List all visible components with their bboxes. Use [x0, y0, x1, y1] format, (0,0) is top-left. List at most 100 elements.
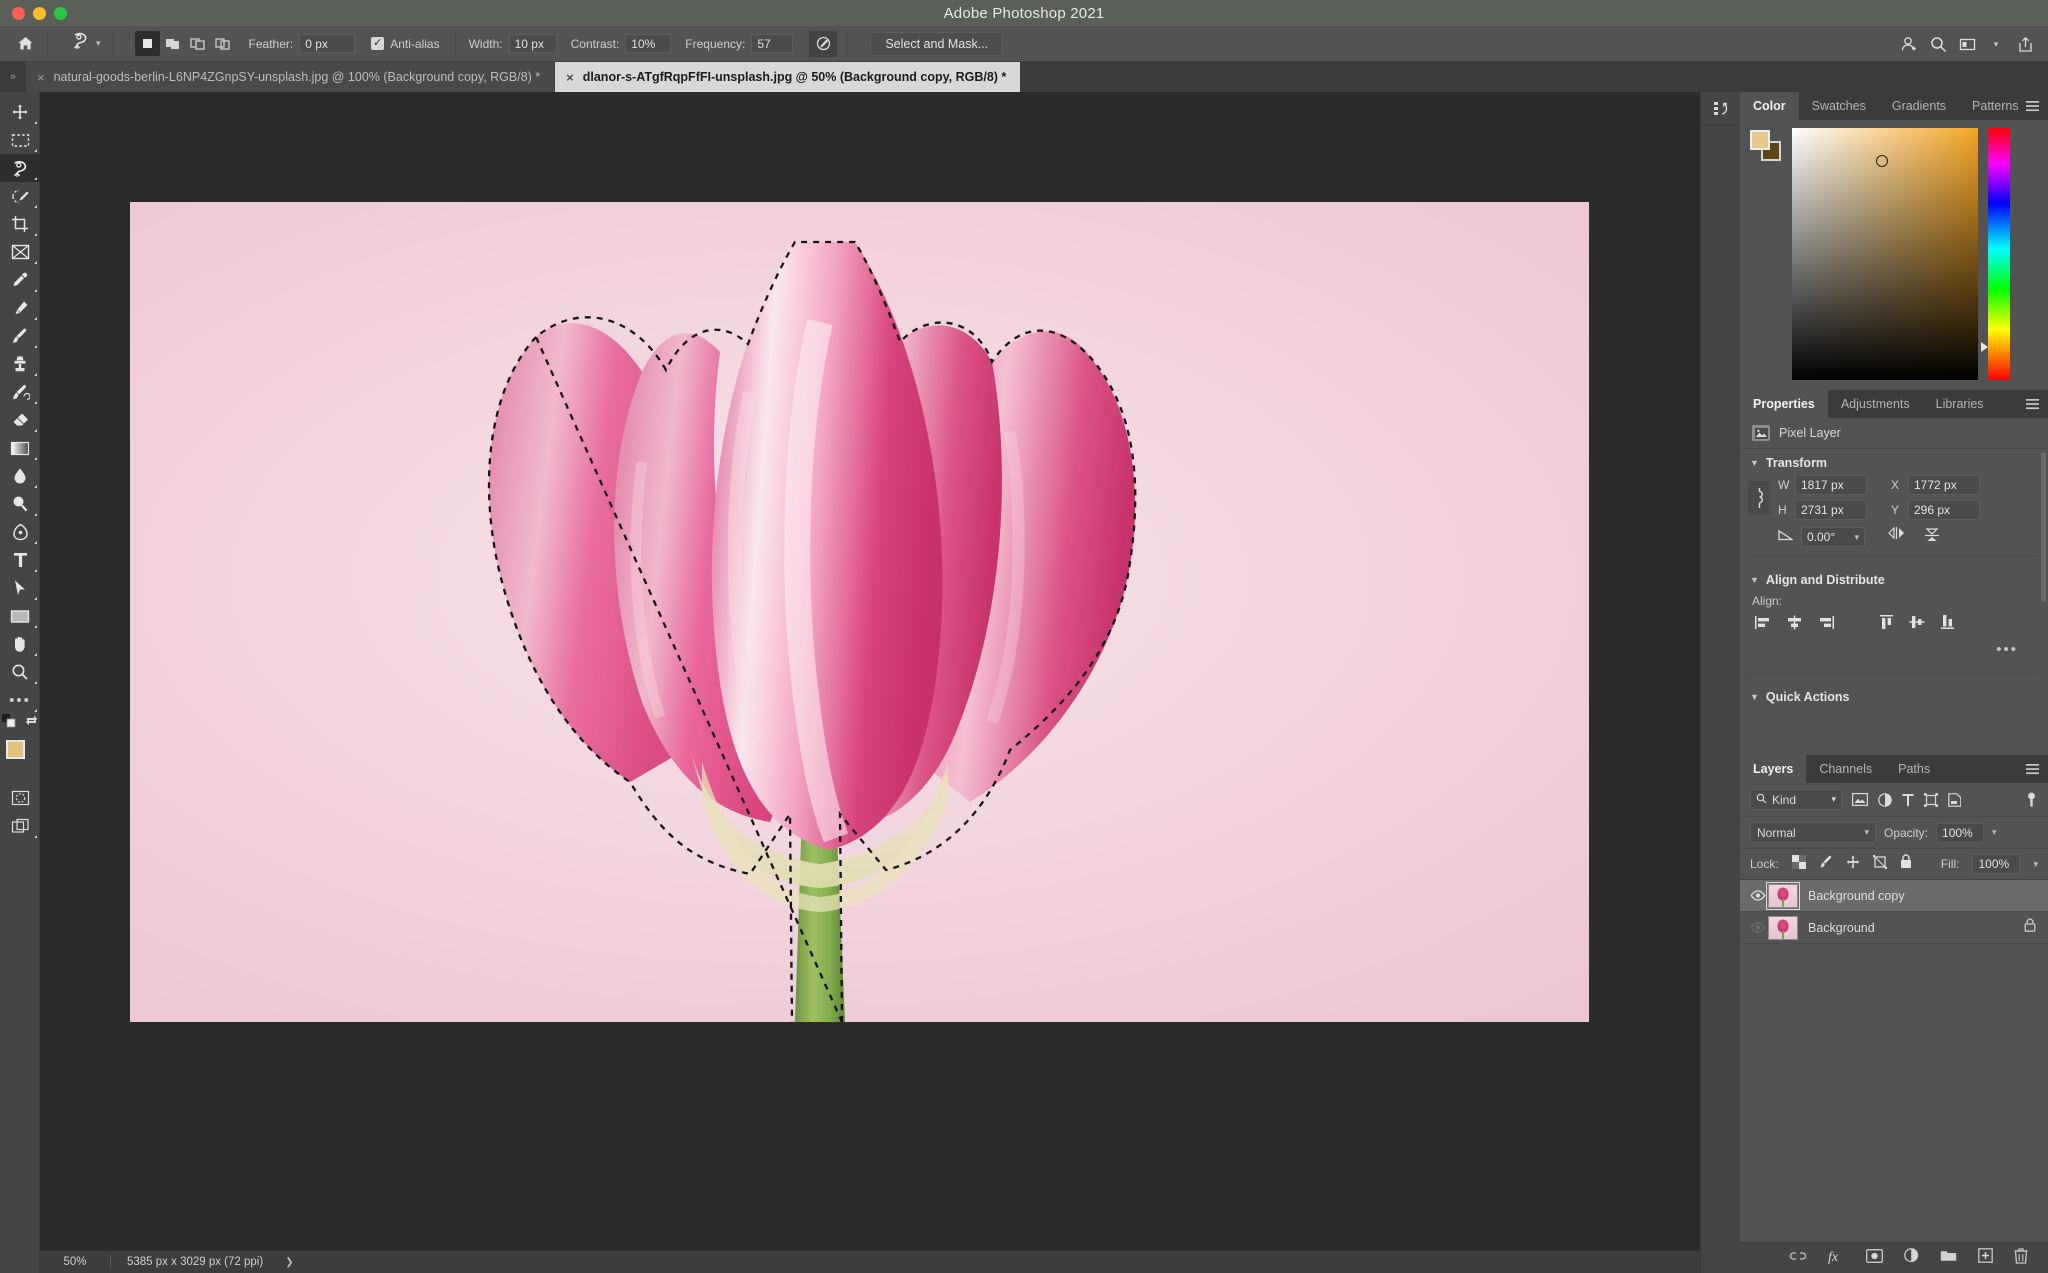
close-icon[interactable]: ×	[566, 70, 574, 85]
new-group-icon[interactable]	[1940, 1249, 1957, 1267]
layer-row-background-copy[interactable]: Background copy	[1740, 880, 2048, 912]
align-left-edges-icon[interactable]	[1754, 615, 1771, 635]
zoom-tool[interactable]	[0, 658, 40, 686]
frequency-input[interactable]	[751, 34, 794, 53]
tab-layers[interactable]: Layers	[1740, 755, 1807, 783]
align-horizontal-centers-icon[interactable]	[1786, 615, 1803, 635]
color-spectrum-field[interactable]	[1792, 128, 1978, 380]
select-and-mask-button[interactable]: Select and Mask...	[870, 31, 1004, 56]
chevron-double-right-icon[interactable]: »	[0, 62, 26, 92]
transform-y-input[interactable]	[1908, 500, 1980, 520]
tab-paths[interactable]: Paths	[1885, 755, 1943, 783]
tab-channels[interactable]: Channels	[1806, 755, 1885, 783]
chevron-right-icon[interactable]: ❯	[263, 1257, 293, 1268]
lock-artboard-nesting-icon[interactable]	[1872, 854, 1887, 874]
lock-icon[interactable]	[2024, 918, 2036, 937]
tab-properties[interactable]: Properties	[1740, 390, 1828, 418]
hue-slider-handle[interactable]	[1981, 342, 1988, 352]
zoom-level[interactable]: 50%	[40, 1256, 110, 1268]
layer-thumbnail[interactable]	[1766, 881, 1800, 910]
feather-input[interactable]	[299, 34, 356, 53]
pen-pressure-icon[interactable]	[809, 30, 838, 57]
path-selection-tool[interactable]	[0, 574, 40, 602]
transform-height-input[interactable]	[1795, 500, 1867, 520]
align-right-edges-icon[interactable]	[1818, 615, 1835, 635]
filter-adjustment-icon[interactable]	[1878, 792, 1892, 807]
filter-smart-object-icon[interactable]	[1948, 792, 1961, 807]
edit-toolbar-button[interactable]: •••	[0, 686, 40, 714]
align-bottom-edges-icon[interactable]	[1940, 614, 1955, 635]
eye-icon[interactable]	[1748, 922, 1768, 933]
brush-tool[interactable]	[0, 322, 40, 350]
tab-adjustments[interactable]: Adjustments	[1828, 390, 1923, 418]
filter-toggle-icon[interactable]	[2025, 792, 2038, 808]
chevron-down-icon[interactable]: ▼	[1750, 575, 1759, 585]
canvas-area[interactable]	[40, 92, 1700, 1250]
anti-alias-checkbox[interactable]: ✓	[371, 37, 385, 50]
close-icon[interactable]: ×	[37, 70, 45, 85]
panel-menu-icon[interactable]	[2025, 92, 2040, 120]
search-icon[interactable]	[1925, 31, 1951, 57]
default-colors-icon[interactable]	[2, 713, 16, 733]
add-to-selection-button[interactable]	[160, 31, 185, 56]
filter-pixel-icon[interactable]	[1852, 793, 1868, 806]
filter-shape-icon[interactable]	[1924, 792, 1938, 807]
add-user-icon[interactable]	[1896, 31, 1922, 57]
spot-healing-brush-tool[interactable]	[0, 294, 40, 322]
chevron-down-icon[interactable]: ▼	[1750, 692, 1759, 702]
fill-input[interactable]	[1972, 854, 2021, 874]
crop-tool[interactable]	[0, 210, 40, 238]
chevron-down-icon[interactable]: ▾	[1831, 794, 1836, 805]
chevron-down-icon[interactable]: ▾	[2033, 859, 2038, 870]
pen-tool[interactable]	[0, 518, 40, 546]
tool-preset-picker[interactable]: ▾	[67, 31, 104, 57]
home-icon[interactable]	[12, 31, 38, 57]
magnetic-lasso-tool[interactable]	[0, 154, 40, 182]
link-layers-icon[interactable]	[1789, 1249, 1807, 1267]
quick-actions-section-header[interactable]: ▼ Quick Actions	[1740, 683, 2048, 709]
transform-width-input[interactable]	[1795, 475, 1867, 495]
hue-slider[interactable]	[1981, 128, 2010, 380]
rectangular-marquee-tool[interactable]	[0, 126, 40, 154]
chevron-down-icon[interactable]: ▾	[96, 38, 101, 49]
share-icon[interactable]	[2012, 31, 2038, 57]
align-top-edges-icon[interactable]	[1879, 614, 1894, 635]
foreground-color-swatch[interactable]	[6, 740, 25, 759]
transform-section-header[interactable]: ▼ Transform	[1740, 449, 2048, 475]
blur-tool[interactable]	[0, 462, 40, 490]
align-vertical-centers-icon[interactable]	[1909, 614, 1925, 635]
flip-vertical-icon[interactable]	[1924, 526, 1940, 547]
eraser-tool[interactable]	[0, 406, 40, 434]
color-swatch-pair[interactable]	[1750, 130, 1782, 162]
hand-tool[interactable]	[0, 630, 40, 658]
type-tool[interactable]	[0, 546, 40, 574]
add-layer-mask-icon[interactable]	[1866, 1248, 1883, 1268]
chevron-down-icon[interactable]: ▾	[1864, 827, 1869, 838]
new-selection-button[interactable]	[134, 31, 160, 56]
lock-all-icon[interactable]	[1900, 854, 1912, 874]
screen-mode-button[interactable]	[0, 812, 40, 840]
flip-horizontal-icon[interactable]	[1887, 526, 1906, 547]
opacity-input[interactable]	[1936, 822, 1985, 843]
dodge-tool[interactable]	[0, 490, 40, 518]
frame-tool[interactable]	[0, 238, 40, 266]
foreground-color-swatch[interactable]	[1750, 130, 1770, 150]
tab-gradients[interactable]: Gradients	[1879, 92, 1959, 120]
chevron-down-icon[interactable]: ▼	[1750, 458, 1759, 468]
align-section-header[interactable]: ▼ Align and Distribute	[1740, 566, 2048, 592]
blend-mode-select[interactable]: Normal ▾	[1750, 822, 1876, 843]
eyedropper-tool[interactable]	[0, 266, 40, 294]
move-tool[interactable]	[0, 98, 40, 126]
document-tab-2[interactable]: × dlanor-s-ATgfRqpFfFI-unsplash.jpg @ 50…	[555, 62, 1022, 92]
new-layer-icon[interactable]	[1978, 1248, 1993, 1268]
layer-style-fx-icon[interactable]: fx	[1828, 1248, 1845, 1269]
layer-list[interactable]: Background copy Background	[1740, 880, 2048, 1242]
layer-name[interactable]: Background	[1808, 921, 2024, 935]
panel-menu-icon[interactable]	[2025, 755, 2040, 783]
lock-position-icon[interactable]	[1846, 855, 1860, 874]
chevron-down-icon[interactable]: ▾	[1854, 528, 1859, 546]
intersect-with-selection-button[interactable]	[210, 31, 235, 56]
gradient-tool[interactable]	[0, 434, 40, 462]
layer-thumbnail[interactable]	[1768, 915, 1798, 940]
chevron-down-icon[interactable]: ▾	[1983, 31, 2009, 57]
